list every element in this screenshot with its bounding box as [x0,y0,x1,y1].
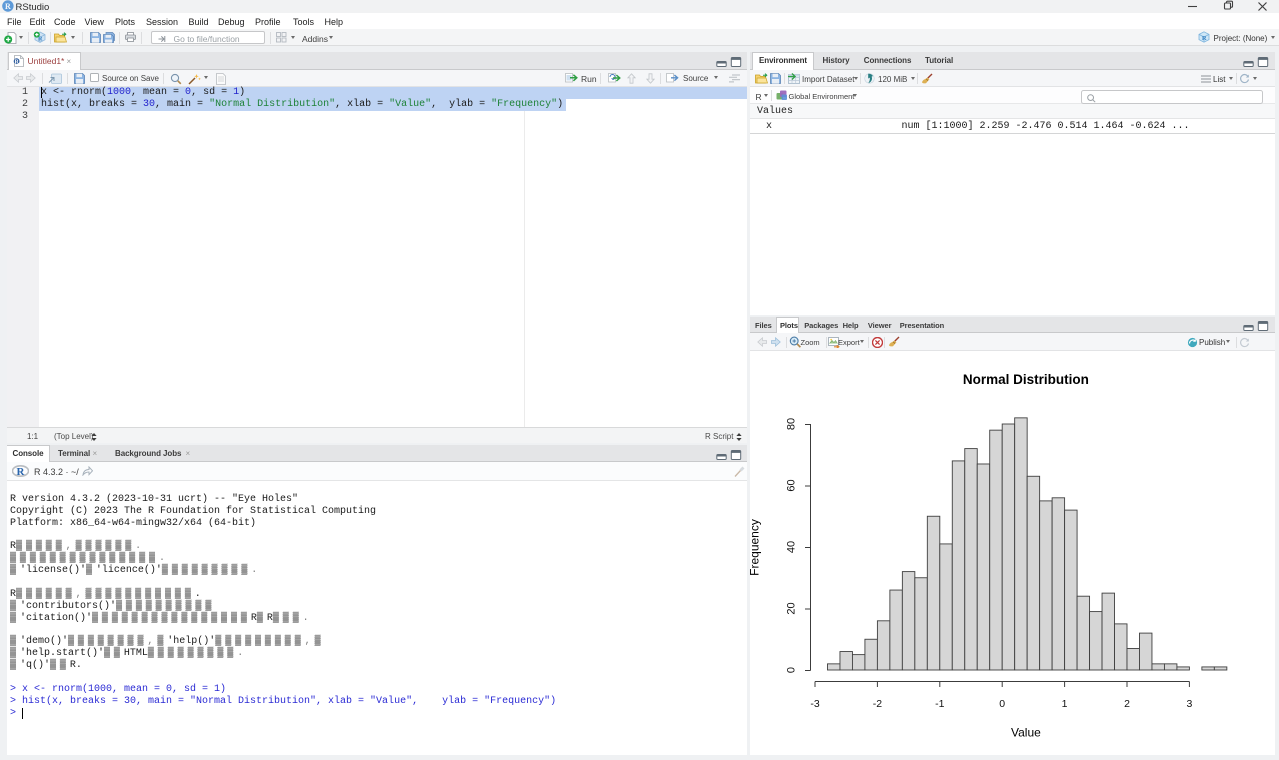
svg-text:-1: -1 [935,698,944,710]
svg-text:Normal Distribution: Normal Distribution [963,372,1089,387]
svg-text:R: R [1202,35,1207,42]
svg-text:-3: -3 [810,698,819,710]
svg-text:Frequency: Frequency [750,519,762,576]
svg-text:Value: Value [1011,726,1041,740]
svg-text:-2: -2 [873,698,882,710]
svg-text:0: 0 [999,698,1005,710]
svg-text:R: R [17,466,26,477]
svg-text:40: 40 [786,541,798,553]
svg-text:2: 2 [1124,698,1130,710]
svg-text:3: 3 [1186,698,1192,710]
svg-text:0: 0 [786,667,798,673]
svg-text:60: 60 [786,479,798,491]
svg-text:1: 1 [1062,698,1068,710]
svg-text:R: R [5,2,11,11]
svg-text:20: 20 [786,602,798,614]
svg-text:80: 80 [786,418,798,430]
